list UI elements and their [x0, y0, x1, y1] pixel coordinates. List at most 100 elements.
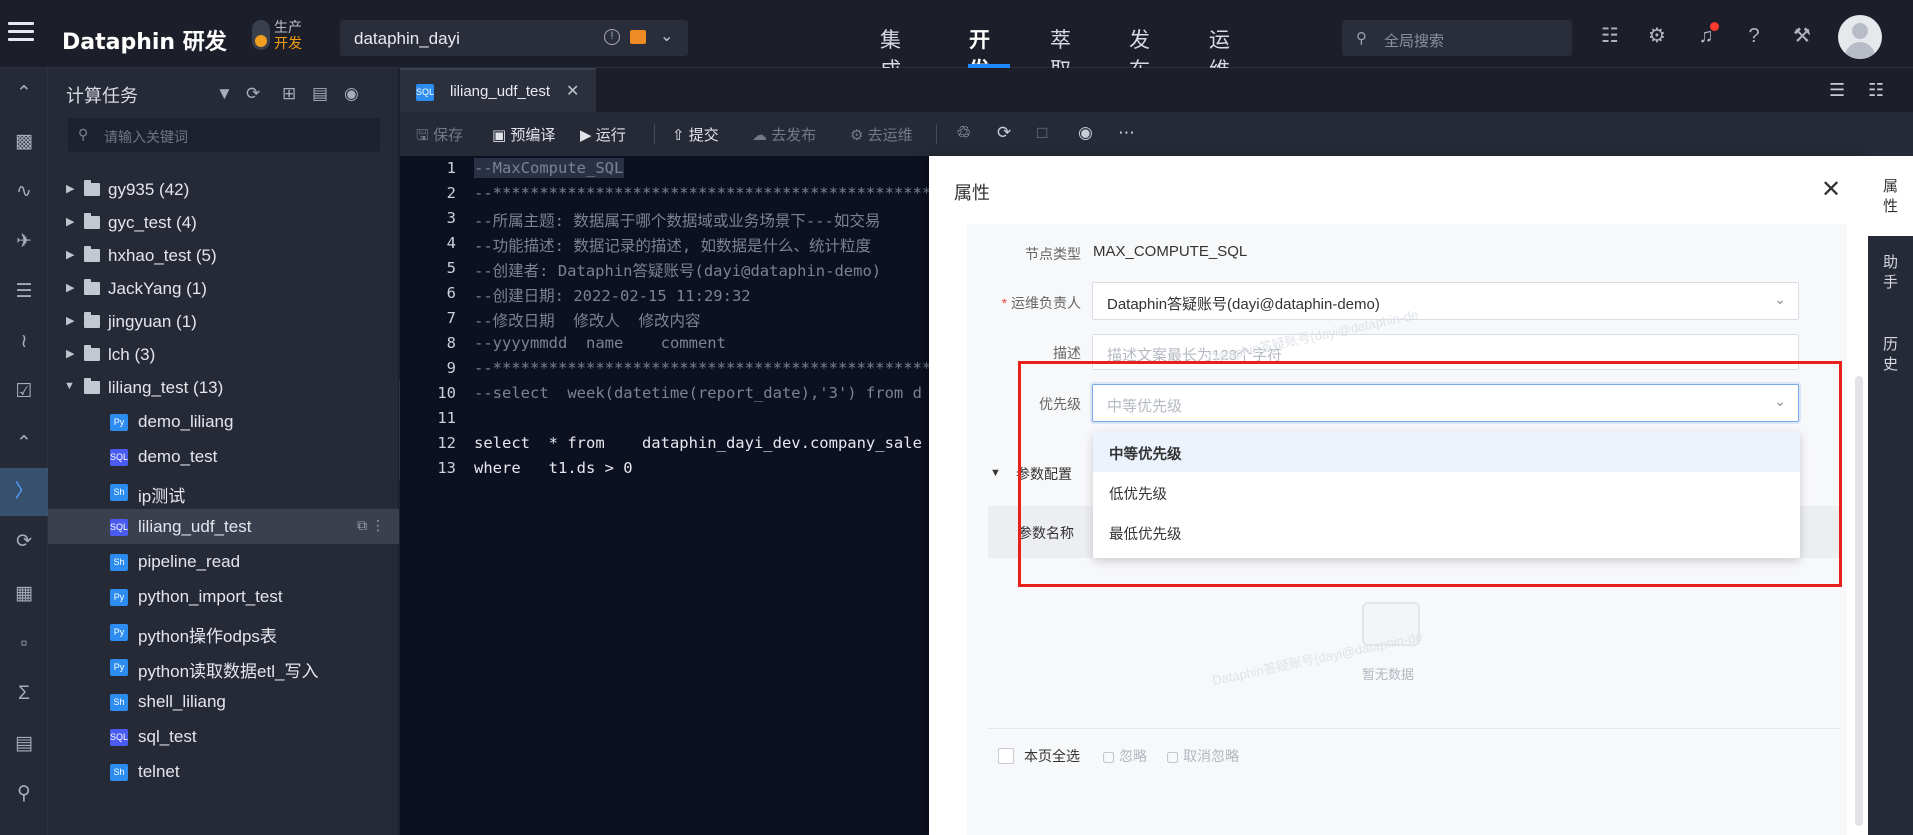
tree-file[interactable]: Py python_import_test: [48, 579, 399, 614]
location-icon[interactable]: ◉: [1078, 123, 1093, 143]
terminal-icon[interactable]: 〉: [0, 468, 48, 516]
scrollbar[interactable]: [1855, 376, 1863, 826]
submit-button[interactable]: ⇧ 提交: [672, 124, 719, 145]
close-icon[interactable]: ✕: [1821, 175, 1841, 204]
file-label: python操作odps表: [138, 627, 277, 646]
file-label: ip测试: [138, 487, 186, 506]
collapse-up-icon[interactable]: ⌃: [10, 80, 38, 108]
close-icon[interactable]: ✕: [566, 81, 579, 101]
info-icon[interactable]: !: [604, 29, 620, 45]
folder-label: gyc_test (4): [108, 213, 197, 232]
python-file-icon: Py: [110, 589, 128, 606]
ops-button[interactable]: ⚙ 去运维: [850, 124, 913, 145]
list-icon[interactable]: ▤: [10, 730, 38, 758]
tree-file[interactable]: Sh pipeline_read: [48, 544, 399, 579]
collapse-up-icon-2[interactable]: ⌃: [10, 430, 38, 458]
shell-file-icon: Sh: [110, 484, 128, 501]
new-file-icon[interactable]: ⊞: [282, 84, 296, 104]
locate-icon[interactable]: ◉: [344, 84, 359, 104]
dashboard-icon[interactable]: ▦: [10, 580, 38, 608]
global-search-input[interactable]: ⚲ 全局搜索: [1342, 20, 1572, 56]
chevron-down-icon[interactable]: ⌄: [660, 26, 673, 46]
tree-file-selected[interactable]: SQL liliang_udf_test ⧉ ⋮: [48, 509, 399, 544]
project-select[interactable]: dataphin_dayi ! ⌄: [340, 20, 688, 56]
tree-folder[interactable]: ▶ lch (3): [48, 337, 399, 372]
avatar[interactable]: [1838, 15, 1882, 59]
python-file-icon: Py: [110, 659, 128, 676]
refresh-icon[interactable]: ⟳: [246, 84, 260, 104]
tree-file[interactable]: SQL sql_test: [48, 719, 399, 754]
list-menu-icon[interactable]: ☰: [1829, 80, 1845, 101]
code-editor[interactable]: 1 2 3 4 5 6 7 8 9 10 11 12 13 --MaxCompu…: [400, 156, 930, 835]
tree-file[interactable]: SQL demo_test: [48, 439, 399, 474]
check-icon[interactable]: ☑: [10, 378, 38, 406]
tree-file[interactable]: Sh telnet: [48, 754, 399, 789]
tree-folder[interactable]: ▶ gyc_test (4): [48, 205, 399, 240]
side-tab-properties[interactable]: 属 性: [1868, 156, 1913, 236]
tree-folder-expanded[interactable]: ▼ liliang_test (13): [48, 370, 399, 405]
tab-liliang-udf-test[interactable]: SQL liliang_udf_test ✕: [400, 68, 596, 112]
gear-icon[interactable]: ⚙: [1645, 24, 1669, 48]
lock-icon[interactable]: □: [1037, 123, 1047, 143]
hamburger-menu-icon[interactable]: [8, 22, 34, 44]
plane-icon[interactable]: ✈: [10, 228, 38, 256]
publish-button[interactable]: ☁ 去发布: [752, 124, 816, 145]
box-icon[interactable]: ▫: [10, 630, 38, 658]
env-labels[interactable]: 生产 开发: [274, 20, 302, 52]
owner-label: * 运维负责人: [1001, 295, 1081, 311]
side-tab-history[interactable]: 历 史: [1868, 334, 1913, 394]
tree-file[interactable]: Py python读取数据etl_写入: [48, 649, 399, 684]
chart-icon[interactable]: ∿: [10, 178, 38, 206]
more-icon[interactable]: ⧉ ⋮: [357, 517, 385, 534]
settings-list-icon[interactable]: ☷: [1868, 80, 1884, 101]
new-folder-icon[interactable]: ▤: [312, 84, 328, 104]
refresh-icon[interactable]: ⟳: [10, 528, 38, 556]
annotation-highlight-box: [1018, 361, 1842, 587]
owner-select[interactable]: Dataphin答疑账号(dayi@dataphin-demo) ⌄: [1092, 282, 1799, 320]
tree-file[interactable]: Sh shell_liliang: [48, 684, 399, 719]
filter-icon[interactable]: ▼: [216, 84, 233, 104]
bell-icon[interactable]: ♫: [1694, 22, 1719, 48]
doc-icon[interactable]: ▩: [10, 128, 38, 156]
notification-dot: [1710, 22, 1719, 31]
file-label: demo_test: [138, 447, 218, 466]
unignore-button[interactable]: ▢ 取消忽略: [1166, 746, 1239, 766]
save-button[interactable]: 🖫 保存: [416, 124, 463, 150]
wrench-icon[interactable]: ⚒: [1790, 24, 1814, 48]
precompile-label: 预编译: [510, 127, 556, 144]
tab-label: liliang_udf_test: [450, 83, 551, 100]
tree-panel-title: 计算任务: [66, 86, 138, 107]
run-button[interactable]: ▶ 运行: [580, 124, 626, 145]
help-icon[interactable]: ?: [1742, 24, 1766, 48]
sql-file-icon: SQL: [110, 519, 128, 536]
precompile-button[interactable]: ▣ 预编译: [492, 124, 555, 145]
desc-label: 描述: [1053, 345, 1081, 361]
folder-label: gy935 (42): [108, 180, 190, 199]
code-line: --修改日期 修改人 修改内容: [474, 312, 701, 330]
lock-tree-icon[interactable]: ♲: [956, 123, 971, 143]
tree-folder[interactable]: ▶ gy935 (42): [48, 172, 399, 207]
tree-folder[interactable]: ▶ hxhao_test (5): [48, 238, 399, 273]
refresh-icon[interactable]: ⟳: [997, 123, 1011, 143]
env-toggle[interactable]: [252, 20, 270, 50]
tree-file[interactable]: Sh ip测试: [48, 474, 399, 509]
python-file-icon: Py: [110, 624, 128, 641]
project-name: dataphin_dayi: [354, 29, 460, 48]
folder-label: hxhao_test (5): [108, 246, 217, 265]
tree-file[interactable]: Py python操作odps表: [48, 614, 399, 649]
search-doc-icon[interactable]: ⚲: [10, 780, 38, 808]
side-tab-assistant[interactable]: 助 手: [1868, 252, 1913, 312]
layers-icon[interactable]: ☰: [10, 278, 38, 306]
calendar-icon[interactable]: ☷: [1598, 24, 1622, 48]
ignore-button[interactable]: ▢ 忽略: [1102, 746, 1147, 766]
sigma-icon[interactable]: Σ: [10, 680, 38, 708]
more-icon[interactable]: ⋯: [1118, 123, 1135, 143]
tree-folder[interactable]: ▶ jingyuan (1): [48, 304, 399, 339]
tree-folder[interactable]: ▶ JackYang (1): [48, 271, 399, 306]
tree-file[interactable]: Py demo_liliang: [48, 404, 399, 439]
chevron-down-icon: ⌄: [1774, 291, 1786, 307]
select-all-checkbox[interactable]: [998, 748, 1014, 764]
trend-icon[interactable]: ≀: [10, 328, 38, 356]
search-icon: ⚲: [78, 126, 89, 142]
tree-search-input[interactable]: ⚲ 请输入关键词: [68, 118, 380, 152]
